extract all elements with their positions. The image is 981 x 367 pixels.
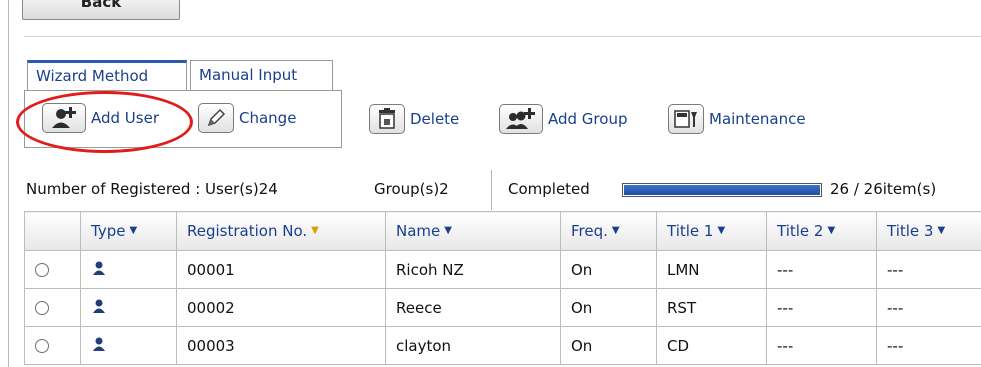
- title3-column-header[interactable]: Title 3 ▼: [876, 211, 981, 251]
- type-cell: [80, 326, 177, 365]
- registration-no-cell: 00001: [176, 250, 386, 289]
- change-label: Change: [239, 109, 297, 127]
- completed-label: Completed: [508, 180, 590, 198]
- top-divider: [24, 36, 981, 37]
- table-header-row: Type ▼ Registration No. ▼ Name ▼ Freq. ▼ Tit…: [24, 211, 981, 251]
- type-cell: [80, 288, 177, 327]
- freq-cell: On: [560, 288, 657, 327]
- registration-no-column-header[interactable]: Registration No. ▼: [176, 211, 386, 251]
- title1-column-header[interactable]: Title 1 ▼: [656, 211, 767, 251]
- registration-no-cell: 00003: [176, 326, 386, 365]
- name-column-header[interactable]: Name ▼: [385, 211, 561, 251]
- row-select-radio[interactable]: [35, 263, 49, 277]
- title3-cell: ---: [876, 250, 981, 289]
- sort-down-icon: ▼: [827, 225, 836, 236]
- select-column-header: [24, 211, 81, 251]
- type-column-header[interactable]: Type ▼: [80, 211, 177, 251]
- add-user-highlight-circle: [16, 91, 193, 153]
- title3-cell: ---: [876, 326, 981, 365]
- trash-icon: [369, 104, 405, 134]
- row-select-radio[interactable]: [35, 339, 49, 353]
- title2-cell: ---: [766, 288, 877, 327]
- address-book-table: Type ▼ Registration No. ▼ Name ▼ Freq. ▼ Tit…: [24, 211, 981, 365]
- registration-no-cell: 00002: [176, 288, 386, 327]
- table-row[interactable]: 00003 clayton On CD --- ---: [24, 326, 981, 365]
- title3-cell: ---: [876, 288, 981, 327]
- tab-wizard-method[interactable]: Wizard Method: [27, 60, 187, 91]
- left-divider: [8, 0, 9, 367]
- change-button[interactable]: Change: [198, 103, 296, 133]
- title2-cell: ---: [766, 326, 877, 365]
- row-select-cell: [24, 288, 81, 327]
- sort-down-icon: ▼: [129, 225, 138, 236]
- add-group-label: Add Group: [548, 110, 628, 128]
- maintenance-label: Maintenance: [709, 110, 806, 128]
- sort-down-icon: ▼: [717, 225, 726, 236]
- delete-button[interactable]: Delete: [369, 104, 459, 134]
- delete-label: Delete: [410, 110, 460, 128]
- user-icon: [93, 261, 105, 275]
- group-count-text: Group(s)2: [374, 180, 449, 198]
- maintenance-button[interactable]: Maintenance: [668, 104, 806, 134]
- item-count-text: 26 / 26item(s): [830, 180, 937, 198]
- freq-column-header[interactable]: Freq. ▼: [560, 211, 657, 251]
- add-group-icon: [499, 104, 543, 134]
- user-icon: [93, 299, 105, 313]
- sort-down-icon: ▼: [311, 225, 319, 236]
- title1-cell: CD: [656, 326, 767, 365]
- title1-cell: LMN: [656, 250, 767, 289]
- freq-cell: On: [560, 326, 657, 365]
- user-icon: [93, 337, 105, 351]
- title1-cell: RST: [656, 288, 767, 327]
- row-select-cell: [24, 250, 81, 289]
- sort-down-icon: ▼: [444, 225, 452, 236]
- name-cell: Ricoh NZ: [385, 250, 561, 289]
- table-row[interactable]: 00001 Ricoh NZ On LMN --- ---: [24, 250, 981, 289]
- row-select-radio[interactable]: [35, 301, 49, 315]
- type-cell: [80, 250, 177, 289]
- progress-bar-fill: [624, 185, 820, 195]
- status-divider: [491, 170, 492, 210]
- maintenance-icon: [668, 104, 704, 134]
- progress-bar: [622, 183, 822, 197]
- sort-down-icon: ▼: [611, 225, 620, 236]
- title2-cell: ---: [766, 250, 877, 289]
- name-cell: clayton: [385, 326, 561, 365]
- name-cell: Reece: [385, 288, 561, 327]
- add-group-button[interactable]: Add Group: [499, 104, 627, 134]
- freq-cell: On: [560, 250, 657, 289]
- table-row[interactable]: 00002 Reece On RST --- ---: [24, 288, 981, 327]
- pencil-icon: [198, 103, 234, 133]
- sort-down-icon: ▼: [937, 225, 946, 236]
- row-select-cell: [24, 326, 81, 365]
- tab-manual-input[interactable]: Manual Input: [190, 60, 333, 91]
- back-button[interactable]: Back: [22, 0, 180, 20]
- registered-count-text: Number of Registered : User(s)24: [26, 180, 278, 198]
- title2-column-header[interactable]: Title 2 ▼: [766, 211, 877, 251]
